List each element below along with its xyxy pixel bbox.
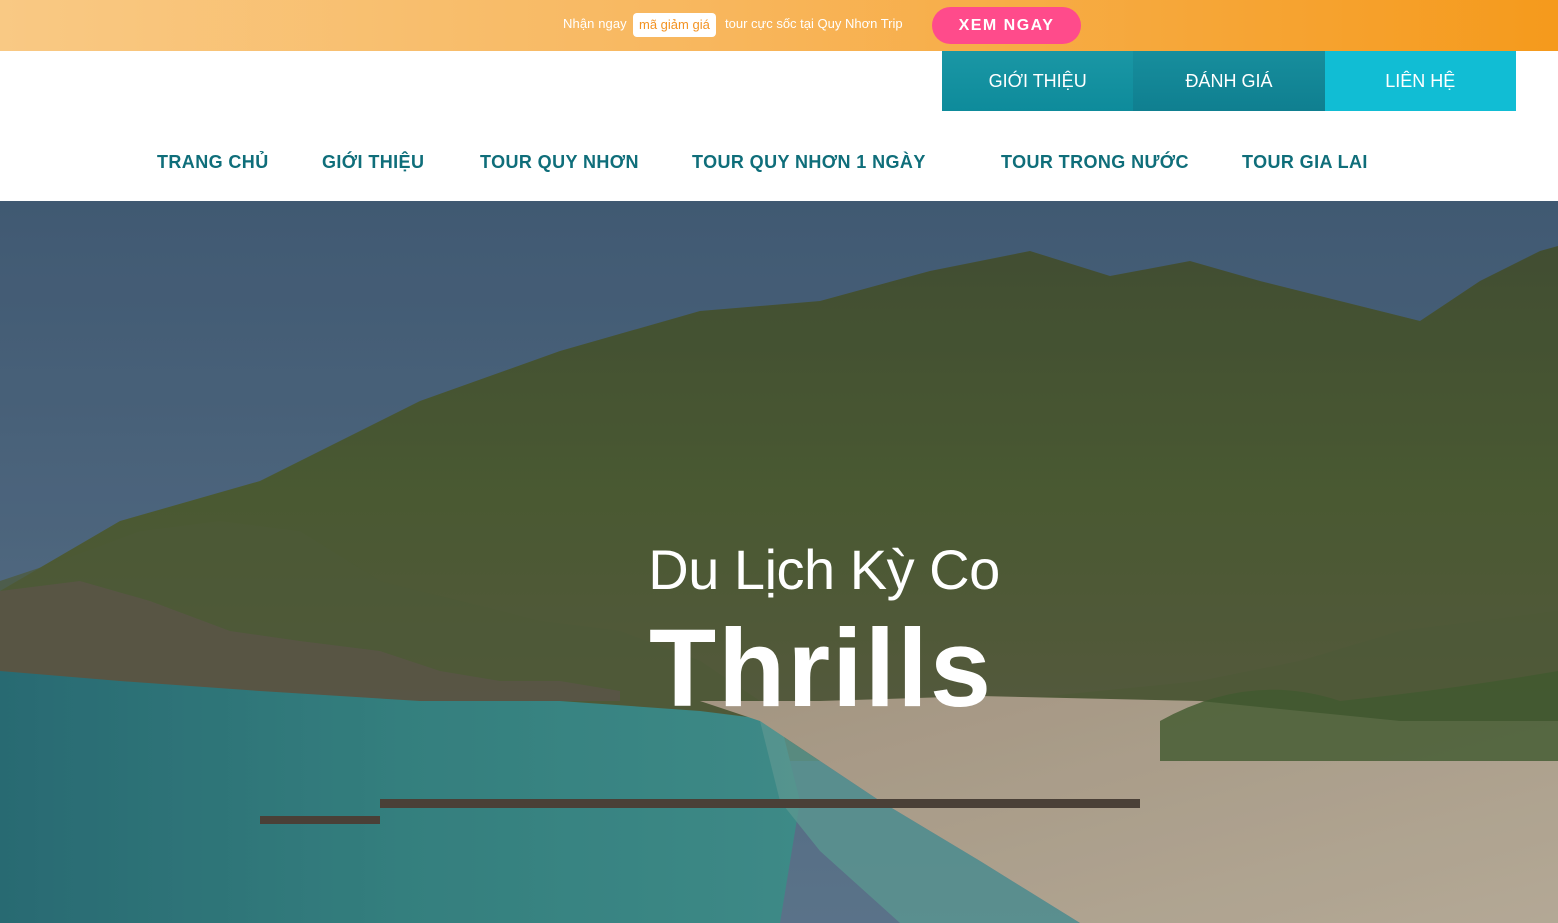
tab-danh-gia[interactable]: ĐÁNH GIÁ	[1133, 51, 1325, 111]
nav-item-tour-gia-lai[interactable]: TOUR GIA LAI	[1242, 152, 1368, 173]
nav-item-gioi-thieu[interactable]: GIỚI THIỆU	[322, 152, 424, 173]
hero-title: Thrills	[648, 607, 994, 730]
promo-prefix: Nhận ngay	[563, 16, 627, 31]
tab-lien-he[interactable]: LIÊN HỆ	[1324, 51, 1516, 111]
promo-bar: Nhận ngay mã giảm giá tour cực sốc tại Q…	[0, 0, 1558, 51]
main-nav: TRANG CHỦ GIỚI THIỆU TOUR QUY NHƠN TOUR …	[0, 111, 1558, 201]
promo-suffix: tour cực sốc tại Quy Nhơn Trip	[725, 16, 903, 31]
view-now-button[interactable]: XEM NGAY	[932, 7, 1081, 44]
nav-item-tour-trong-nuoc[interactable]: TOUR TRONG NƯỚC	[1001, 152, 1189, 173]
nav-item-tour-quy-nhon[interactable]: TOUR QUY NHƠN	[480, 152, 639, 173]
hero-banner: Du Lịch Kỳ Co Thrills	[0, 201, 1558, 923]
tab-gioi-thieu[interactable]: GIỚI THIỆU	[942, 51, 1134, 111]
nav-item-trang-chu[interactable]: TRANG CHỦ	[157, 152, 269, 173]
top-tabs: GIỚI THIỆU ĐÁNH GIÁ LIÊN HỆ	[942, 51, 1516, 111]
hero-subtitle: Du Lịch Kỳ Co	[648, 538, 1000, 601]
promo-badge[interactable]: mã giảm giá	[633, 13, 716, 37]
nav-item-tour-quy-nhon-1-ngay[interactable]: TOUR QUY NHƠN 1 NGÀY	[692, 152, 926, 173]
